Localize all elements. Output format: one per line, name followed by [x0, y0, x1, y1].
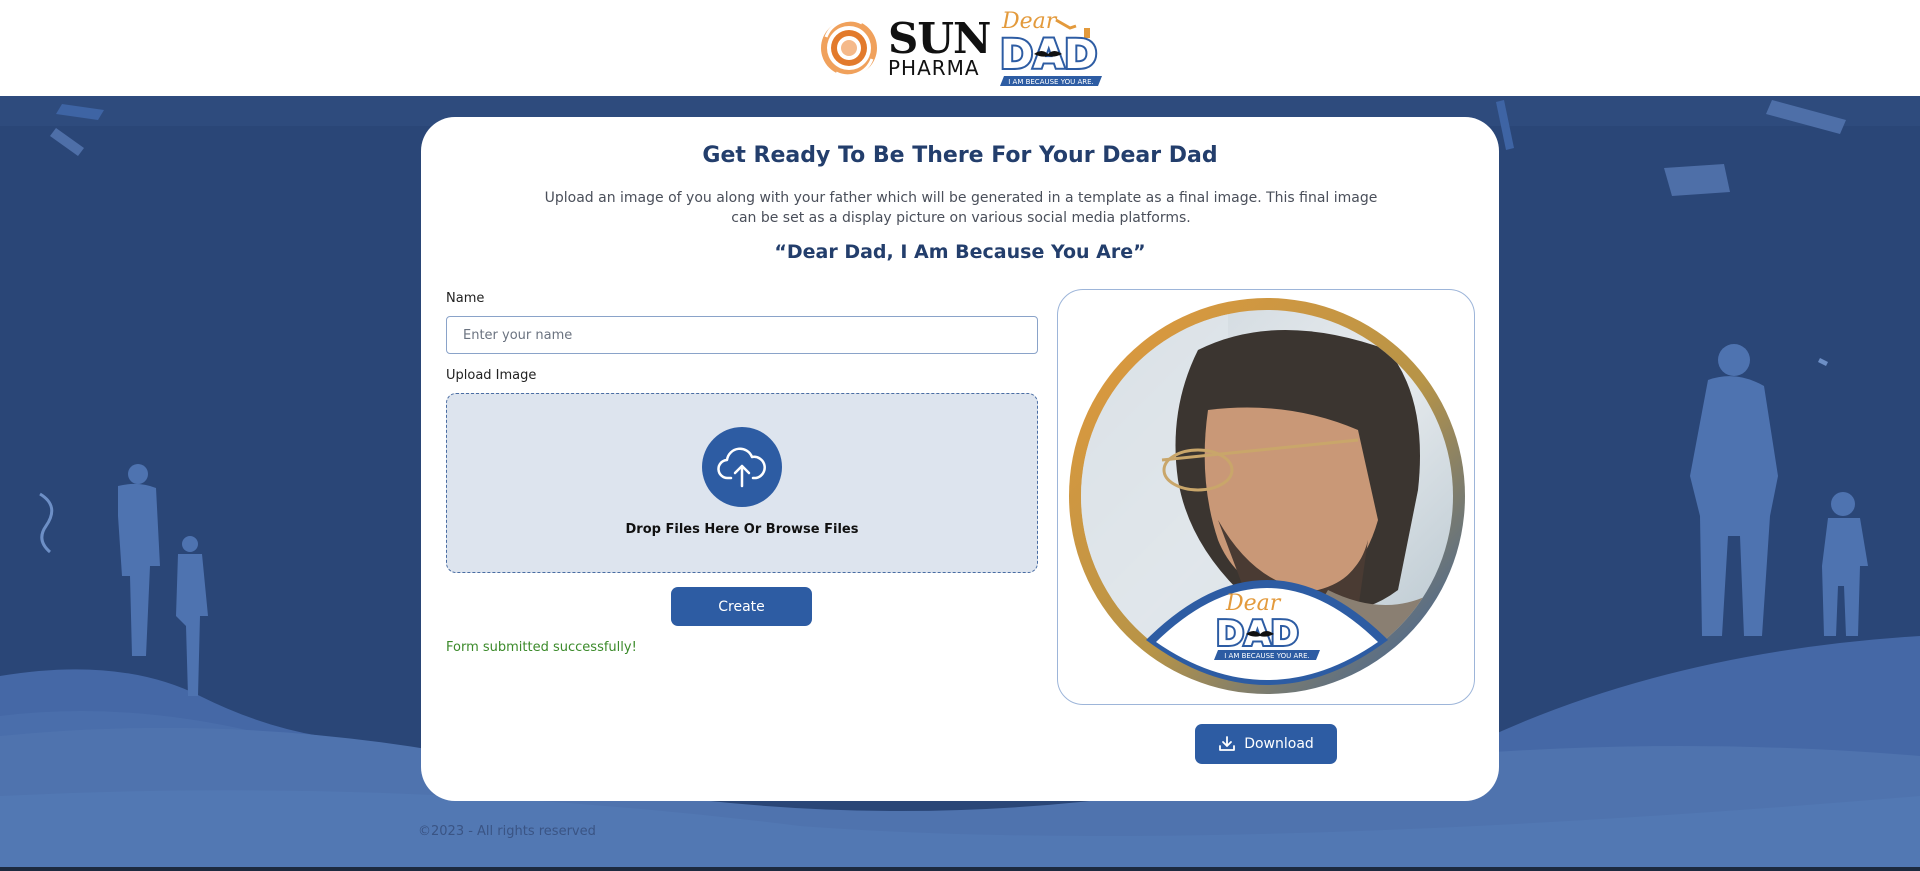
overlay-dear-text: Dear — [1225, 591, 1282, 616]
overlay-tagline-text: I AM BECAUSE YOU ARE. — [1224, 652, 1310, 660]
create-button[interactable]: Create — [671, 587, 812, 626]
main-card: Get Ready To Be There For Your Dear Dad … — [421, 117, 1499, 801]
page-description: Upload an image of you along with your f… — [544, 190, 1378, 226]
success-message: Form submitted successfully! — [446, 640, 637, 655]
page-title: Get Ready To Be There For Your Dear Dad — [702, 143, 1218, 168]
download-icon — [1219, 736, 1236, 751]
bottom-border — [0, 867, 1920, 871]
header: SUN PHARMA Dear DAD I AM BECAUSE YOU ARE… — [0, 0, 1920, 96]
drop-files-text: Drop Files Here Or Browse Files — [625, 522, 859, 537]
name-input[interactable] — [446, 316, 1038, 354]
campaign-quote: “Dear Dad, I Am Because You Are” — [774, 241, 1146, 263]
brand-top-text: SUN — [888, 14, 991, 63]
brand-logos: SUN PHARMA Dear DAD I AM BECAUSE YOU ARE… — [818, 6, 1108, 90]
download-button[interactable]: Download — [1195, 724, 1337, 764]
sun-pharma-logo-icon — [821, 18, 877, 78]
name-label: Name — [446, 291, 485, 306]
preview-panel: Dear DAD I AM BECAUSE YOU ARE. — [1057, 289, 1475, 705]
logo-tagline-text: I AM BECAUSE YOU ARE. — [1009, 78, 1095, 86]
download-label: Download — [1244, 736, 1314, 752]
brand-bottom-text: PHARMA — [888, 56, 980, 80]
file-drop-zone[interactable]: Drop Files Here Or Browse Files — [446, 393, 1038, 573]
logo-dear-text: Dear — [1001, 9, 1058, 34]
generated-image-preview: Dear DAD I AM BECAUSE YOU ARE. — [1069, 298, 1465, 694]
upload-image-label: Upload Image — [446, 368, 537, 383]
cloud-upload-icon — [717, 447, 766, 488]
sun-pharma-wordmark: SUN PHARMA — [888, 14, 991, 80]
upload-button[interactable] — [702, 427, 782, 507]
footer-copyright: ©2023 - All rights reserved — [418, 824, 596, 839]
dear-dad-logo: Dear DAD I AM BECAUSE YOU ARE. — [998, 9, 1103, 86]
